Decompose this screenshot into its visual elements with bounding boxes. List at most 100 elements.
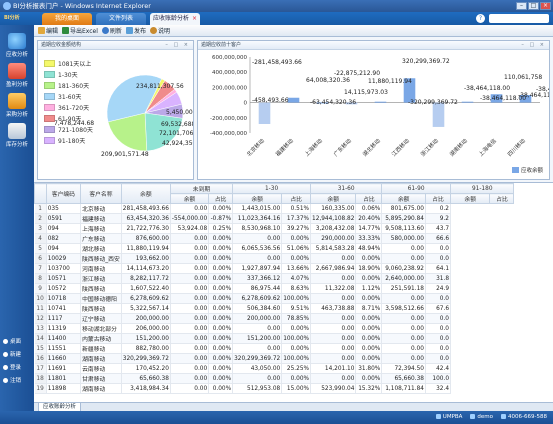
table-row[interactable]: 17 11691 云南移动 170,452.20 0.00 0.00% 43,050.00 2…	[34, 363, 553, 374]
legend-item[interactable]: 721-1080天	[44, 124, 93, 135]
main-content: 编辑 导出Excel 刷新 发布 说明 逾期应收金额结构 – □ × 234,81…	[34, 25, 553, 412]
sidebar-login-link[interactable]: 登录	[3, 363, 21, 371]
statusbar: UMPBA demo 4006-669-588	[0, 411, 553, 424]
table-row[interactable]: 8 10571 浙江移动 8,282,117.72 0.00 0.00% 337,366.1…	[34, 273, 553, 284]
tab-my-desktop[interactable]: 我的桌面	[42, 13, 92, 25]
table-row[interactable]: 16 11660 湖南移动 320,299,369.72 0.00 0.00% 320,29…	[34, 353, 553, 364]
table-row[interactable]: 9 10572 陕西移动 1,607,522.40 0.00 0.00% 86,975.44…	[34, 283, 553, 294]
sub-header[interactable]: 余额	[232, 193, 283, 204]
sub-header[interactable]: 占比	[208, 193, 234, 204]
legend-item[interactable]: 361-720天	[44, 102, 93, 113]
table-row[interactable]: 2 0591 福建移动 63,454,320.36 -554,000.00 -0.87% 1…	[34, 213, 553, 224]
table-cell: 陕西移动	[80, 283, 122, 294]
table-cell: 103700	[46, 263, 82, 274]
tab-ar-aging-analysis[interactable]: 应收账龄分析 ×	[150, 13, 200, 25]
table-row[interactable]: 7 103700 河南移动 14,114,673.20 0.00 0.00% 1,927,8…	[34, 263, 553, 274]
table-row[interactable]: 14 11400 内蒙古移动 151,200.00 0.00 0.00% 151,200.0…	[34, 333, 553, 344]
search-input[interactable]	[489, 14, 549, 23]
table-cell: 86,975.44	[232, 283, 283, 294]
table-row[interactable]: 19 11898 湖南移动 3,418,984.34 0.00 0.00% 512,953.…	[34, 383, 553, 394]
sub-header[interactable]: 余额	[450, 193, 491, 204]
status-item-system: UMPBA	[435, 411, 462, 424]
table-cell: 14,114,673.20	[121, 263, 171, 274]
col-header[interactable]: 余额	[120, 183, 171, 204]
table-cell: 25.25%	[281, 363, 312, 374]
status-item-phone: 4006-669-588	[501, 411, 547, 424]
table-cell: 0.00%	[281, 323, 312, 334]
legend-item[interactable]: 91-180天	[44, 135, 93, 146]
table-row[interactable]: 13 11319 移动湖北部分 206,000.00 0.00 0.00% 0.00 0.00…	[34, 323, 553, 334]
publish-button[interactable]: 发布	[125, 26, 146, 35]
sidebar-logout-link[interactable]: 注销	[3, 376, 21, 384]
table-cell: 6,065,536.56	[232, 243, 283, 254]
bar-data-label: -22,875,212.90	[334, 70, 380, 77]
sidebar-new-link[interactable]: 新建	[3, 350, 21, 358]
table-row[interactable]: 18 11801 甘肃移动 65,660.38 0.00 0.00% 0.00 0.00% 0.…	[34, 373, 553, 384]
legend-item[interactable]: 1-30天	[44, 69, 93, 80]
edit-button[interactable]: 编辑	[38, 26, 58, 35]
table-cell: 463,738.88	[310, 303, 357, 314]
table-row[interactable]: 10 10718 中国移动德阳 6,278,609.62 0.00 0.00% 6,278,…	[34, 293, 553, 304]
sub-header[interactable]: 占比	[355, 193, 383, 204]
sidebar-item-ar-analysis[interactable]: 应收分析	[3, 33, 31, 58]
legend-item[interactable]: 1081天以上	[44, 58, 93, 69]
button-label: 说明	[157, 28, 170, 35]
table-cell: 0.0	[425, 253, 452, 264]
panel-window-icons[interactable]: – □ ×	[521, 41, 546, 50]
table-cell: 0.00	[232, 373, 283, 384]
table-cell: 11801	[46, 373, 82, 384]
refresh-icon	[101, 27, 109, 34]
sub-header[interactable]: 余额	[381, 193, 426, 204]
sub-header[interactable]: 占比	[281, 193, 312, 204]
table-cell: 10572	[46, 283, 82, 294]
bar[interactable]	[461, 101, 474, 103]
legend-item[interactable]: 31-60天	[44, 91, 93, 102]
bar[interactable]	[432, 102, 445, 127]
legend-item[interactable]: 61-90天	[44, 113, 93, 124]
row-number: 14	[34, 333, 47, 344]
panel-window-icons[interactable]: – □ ×	[165, 41, 190, 50]
col-header[interactable]: 客户编码	[45, 183, 82, 204]
table-cell: 0.00	[170, 373, 210, 384]
col-header[interactable]: 客户名称	[80, 183, 122, 204]
minimize-icon[interactable]: –	[516, 2, 527, 10]
status-item-user[interactable]: demo	[470, 411, 493, 424]
tab-file-list[interactable]: 文件列表	[96, 13, 146, 25]
x-tick-label: 福建移动	[274, 136, 296, 158]
table-row[interactable]: 6 10029 陕西移动_西安 193,662.00 0.00 0.00% 0.00 0.00…	[34, 253, 553, 264]
button-label: 导出Excel	[70, 28, 98, 35]
sub-header[interactable]: 占比	[489, 193, 515, 204]
info-button[interactable]: 说明	[149, 26, 170, 35]
sidebar-item-inventory-analysis[interactable]: 库存分析	[3, 123, 31, 148]
table-cell: 094	[46, 243, 82, 254]
maximize-icon[interactable]: □	[528, 2, 539, 10]
table-row[interactable]: 5 094 湖北移动 11,880,119.94 0.00 0.00% 6,065,536.…	[34, 243, 553, 254]
table-row[interactable]: 1 035 北京移动 281,458,493.66 0.00 0.00% 1,443,015…	[34, 203, 553, 214]
table-row[interactable]: 12 1117 辽宁移动 200,000.00 0.00 0.00% 200,000.00 7…	[34, 313, 553, 324]
table-row[interactable]: 15 11551 新疆移动 882,780.00 0.00 0.00% 0.00 0.00% 0…	[34, 343, 553, 354]
sub-header[interactable]: 占比	[424, 193, 452, 204]
bar[interactable]	[287, 97, 300, 103]
refresh-button[interactable]: 刷新	[101, 26, 122, 35]
table-cell: 0.00%	[355, 323, 383, 334]
sidebar-desktop-link[interactable]: 桌面	[3, 337, 21, 345]
sub-header[interactable]: 余额	[310, 193, 357, 204]
row-number: 6	[34, 253, 47, 264]
table-row[interactable]: 4 082 广东移动 876,600.00 0.00 0.00% 0.00 0.00% 290,…	[34, 233, 553, 244]
export-excel-button[interactable]: 导出Excel	[62, 26, 98, 35]
table-row[interactable]: 3 094 上海移动 21,722,776.30 53,924.08 0.25% 8,530…	[34, 223, 553, 234]
bar[interactable]	[258, 102, 271, 124]
table-cell: 陕西移动	[80, 303, 122, 314]
help-icon[interactable]: ?	[476, 14, 485, 23]
table-row[interactable]: 11 10741 陕西移动 5,322,567.14 0.00 0.00% 506,384.…	[34, 303, 553, 314]
table-cell: 8.71%	[355, 303, 383, 314]
sidebar-item-profit-analysis[interactable]: 盈利分析	[3, 63, 31, 88]
sidebar-item-purchase-analysis[interactable]: 采购分析	[3, 93, 31, 118]
sub-header[interactable]: 余额	[169, 193, 210, 204]
bar-data-label: -63,454,320.36	[310, 99, 356, 106]
bar[interactable]	[374, 101, 387, 103]
close-icon[interactable]: ×	[540, 2, 551, 10]
table-body: 1 035 北京移动 281,458,493.66 0.00 0.00% 1,443,015…	[34, 203, 553, 394]
legend-item[interactable]: 181-360天	[44, 80, 93, 91]
tab-close-icon[interactable]: ×	[192, 15, 197, 22]
